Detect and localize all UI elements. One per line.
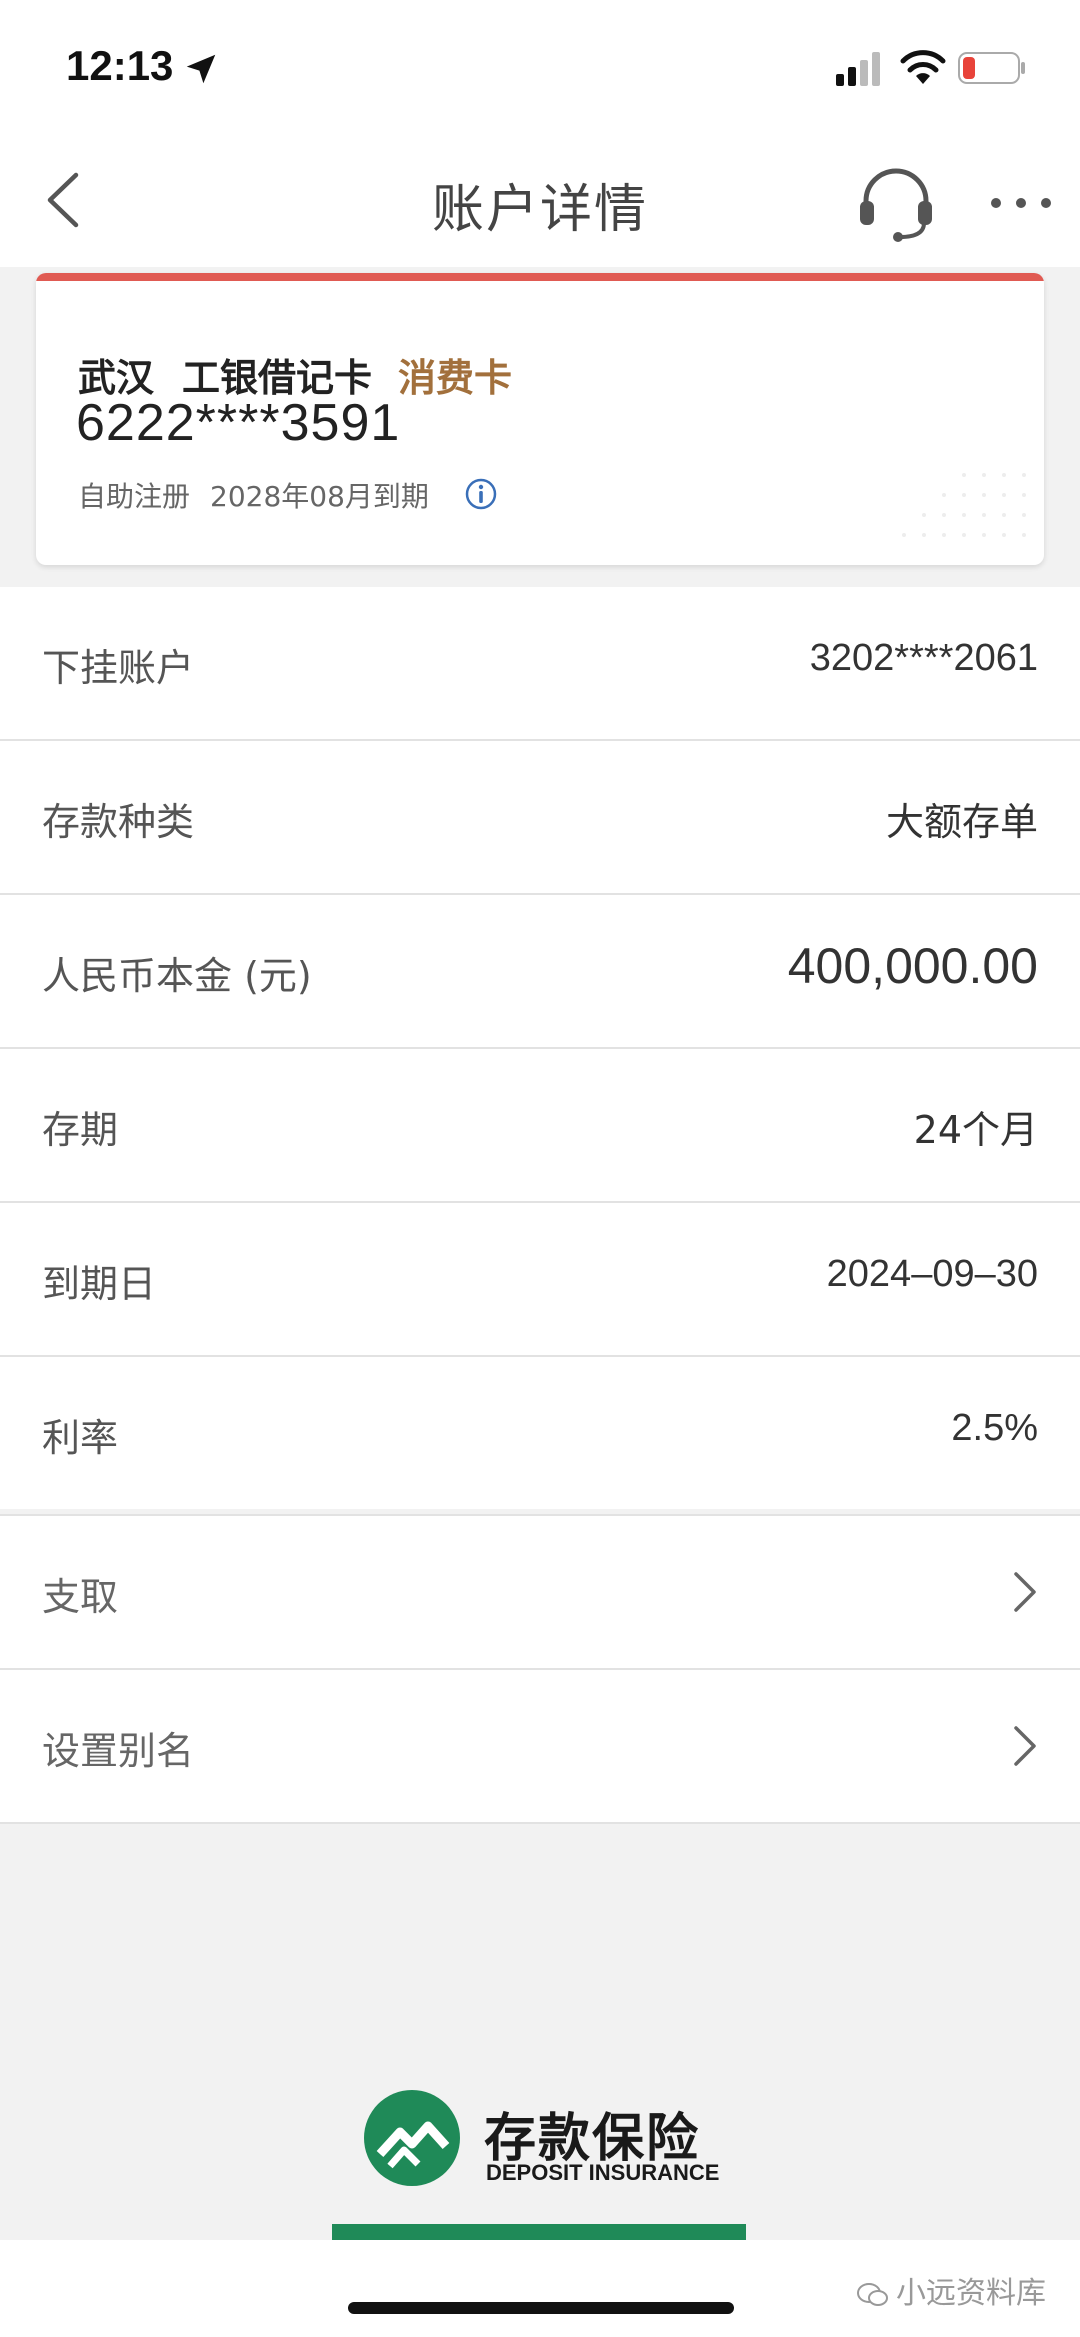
more-dots-icon[interactable] (986, 183, 1056, 223)
deposit-insurance-badge: 存款保险 DEPOSIT INSURANCE (330, 2088, 750, 2198)
watermark-text: 小远资料库 (896, 2276, 1046, 2311)
deposit-insurance-logo (364, 2090, 460, 2186)
detail-value: 3202****2061 (809, 637, 1038, 679)
detail-row-term: 存期 24个月 (0, 1049, 1080, 1203)
info-icon[interactable] (464, 477, 498, 511)
card-type: 消费卡 (398, 356, 513, 400)
home-indicator[interactable] (348, 2302, 734, 2314)
wifi-icon (900, 50, 946, 84)
detail-row-deposit-type: 存款种类 大额存单 (0, 741, 1080, 895)
detail-row-linked-account: 下挂账户 3202****2061 (0, 587, 1080, 741)
card-area: 武汉 工银借记卡 消费卡 6222****3591 自助注册 2028年08月到期 (0, 267, 1080, 587)
card-number: 6222****3591 (76, 394, 401, 452)
detail-list: 下挂账户 3202****2061 存款种类 大额存单 人民币本金 (元) 40… (0, 587, 1080, 1509)
location-arrow-icon (186, 54, 216, 84)
detail-value: 2.5% (951, 1407, 1038, 1449)
detail-label: 存款种类 (42, 800, 195, 844)
nav-bar: 账户详情 (0, 135, 1080, 269)
headset-icon[interactable] (856, 163, 936, 243)
action-label: 设置别名 (42, 1729, 195, 1773)
deposit-insurance-en: DEPOSIT INSURANCE (486, 2160, 720, 2185)
detail-value: 24个月 (913, 1108, 1038, 1152)
withdraw-action[interactable]: 支取 (0, 1516, 1080, 1670)
card-register: 自助注册 (78, 480, 191, 513)
chevron-right-icon (1014, 1726, 1036, 1766)
set-alias-action[interactable]: 设置别名 (0, 1670, 1080, 1822)
action-label: 支取 (42, 1575, 119, 1619)
card-meta: 自助注册 2028年08月到期 (78, 475, 449, 515)
detail-value: 2024–09–30 (826, 1253, 1038, 1295)
detail-label: 存期 (42, 1108, 119, 1152)
detail-label: 利率 (42, 1416, 119, 1460)
action-list: 支取 设置别名 (0, 1514, 1080, 1824)
principal-amount: 400,000.00 (787, 938, 1038, 994)
battery-icon (958, 52, 1025, 84)
detail-row-principal: 人民币本金 (元) 400,000.00 (0, 895, 1080, 1049)
card-accent-bar (36, 273, 1044, 281)
detail-value: 大额存单 (885, 800, 1038, 844)
wechat-icon (857, 2282, 888, 2306)
status-time: 12:13 (66, 42, 174, 89)
detail-label: 到期日 (42, 1262, 157, 1306)
detail-label: 人民币本金 (元) (42, 954, 312, 998)
home-area: 小远资料库 (0, 2240, 1080, 2337)
card-expiry: 2028年08月到期 (210, 480, 429, 513)
chevron-right-icon (1014, 1572, 1036, 1612)
detail-row-interest-rate: 利率 2.5% (0, 1357, 1080, 1509)
detail-row-maturity-date: 到期日 2024–09–30 (0, 1203, 1080, 1357)
watermark: 小远资料库 (856, 2268, 1046, 2312)
card-pattern (902, 473, 1026, 537)
bank-card[interactable]: 武汉 工银借记卡 消费卡 6222****3591 自助注册 2028年08月到期 (36, 273, 1044, 565)
detail-label: 下挂账户 (42, 646, 195, 690)
status-bar: 12:13 (0, 0, 1080, 135)
signal-icon (836, 52, 880, 86)
